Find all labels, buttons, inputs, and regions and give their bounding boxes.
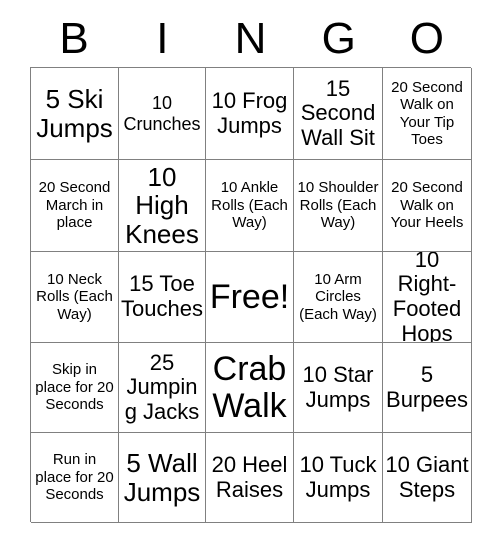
bingo-square-label: Run in place for 20 Seconds — [35, 451, 114, 504]
bingo-square[interactable]: 5 Burpees — [383, 343, 472, 433]
bingo-square-label: 10 High Knees — [125, 161, 199, 249]
bingo-square[interactable]: 10 Frog Jumps — [206, 68, 294, 160]
bingo-header-letter-n: N — [234, 13, 267, 63]
bingo-square-label: 20 Second Walk on Your Tip Toes — [391, 78, 463, 148]
bingo-square-label: 10 Frog Jumps — [211, 87, 288, 138]
bingo-header-letter-o: O — [409, 13, 445, 63]
bingo-square[interactable]: Run in place for 20 Seconds — [31, 433, 119, 523]
bingo-square[interactable]: 10 Arm Circles (Each Way) — [294, 252, 383, 343]
bingo-header-letter-g: G — [321, 13, 356, 63]
bingo-grid: 5 Ski Jumps 10 Crunches 10 Frog Jumps 15… — [30, 67, 472, 523]
bingo-square[interactable]: 10 Ankle Rolls (Each Way) — [206, 160, 294, 252]
bingo-square[interactable]: 5 Ski Jumps — [31, 68, 119, 160]
bingo-square[interactable]: 25 Jumping Jacks — [119, 343, 206, 433]
bingo-square-label: 10 Arm Circles (Each Way) — [299, 270, 377, 323]
bingo-square[interactable]: 15 Second Wall Sit — [294, 68, 383, 160]
bingo-square[interactable]: 20 Second March in place — [31, 160, 119, 252]
bingo-square[interactable]: 10 Right-Footed Hops — [383, 252, 472, 343]
bingo-free-square[interactable]: Free! — [206, 252, 294, 343]
bingo-square-label: 15 Second Wall Sit — [300, 75, 376, 150]
bingo-square-label: 10 Giant Steps — [385, 451, 469, 502]
bingo-square-label: 10 Right-Footed Hops — [392, 252, 462, 343]
bingo-square-label: 5 Ski Jumps — [36, 83, 113, 143]
bingo-square[interactable]: 20 Heel Raises — [206, 433, 294, 523]
bingo-square[interactable]: 10 Neck Rolls (Each Way) — [31, 252, 119, 343]
bingo-square-label: 20 Heel Raises — [211, 451, 288, 502]
bingo-square[interactable]: 10 High Knees — [119, 160, 206, 252]
bingo-square-label: Crab Walk — [212, 349, 287, 425]
bingo-header-letter-b: B — [59, 13, 89, 63]
bingo-square[interactable]: 10 Giant Steps — [383, 433, 472, 523]
bingo-square-label: 10 Crunches — [123, 92, 201, 134]
bingo-square[interactable]: 15 Toe Touches — [119, 252, 206, 343]
bingo-square[interactable]: 10 Crunches — [119, 68, 206, 160]
bingo-square-label: 15 Toe Touches — [121, 271, 203, 321]
bingo-square[interactable]: Skip in place for 20 Seconds — [31, 343, 119, 433]
bingo-free-square-label: Free! — [209, 277, 290, 316]
bingo-square-label: 20 Second Walk on Your Heels — [390, 179, 464, 232]
bingo-square[interactable]: 10 Shoulder Rolls (Each Way) — [294, 160, 383, 252]
bingo-square-label: 10 Neck Rolls (Each Way) — [36, 270, 113, 323]
bingo-square[interactable]: 20 Second Walk on Your Heels — [383, 160, 472, 252]
bingo-square-label: 25 Jumping Jacks — [124, 349, 200, 424]
bingo-square-label: 10 Star Jumps — [302, 361, 374, 412]
bingo-square[interactable]: 5 Wall Jumps — [119, 433, 206, 523]
bingo-header-row: B I N G O — [30, 10, 471, 67]
bingo-square-label: 10 Tuck Jumps — [299, 451, 377, 502]
bingo-square-label: 20 Second March in place — [38, 179, 111, 232]
bingo-square-label: 5 Burpees — [386, 361, 468, 412]
bingo-square[interactable]: 10 Star Jumps — [294, 343, 383, 433]
bingo-header-letter-i: I — [156, 13, 169, 63]
bingo-square-label: 5 Wall Jumps — [123, 447, 201, 507]
bingo-card: B I N G O 5 Ski Jumps 10 Crunches 10 Fro… — [0, 0, 500, 544]
bingo-square[interactable]: Crab Walk — [206, 343, 294, 433]
bingo-square[interactable]: 20 Second Walk on Your Tip Toes — [383, 68, 472, 160]
bingo-square-label: Skip in place for 20 Seconds — [35, 361, 114, 414]
bingo-square-label: 10 Ankle Rolls (Each Way) — [211, 179, 288, 232]
bingo-square-label: 10 Shoulder Rolls (Each Way) — [297, 179, 379, 232]
bingo-square[interactable]: 10 Tuck Jumps — [294, 433, 383, 523]
